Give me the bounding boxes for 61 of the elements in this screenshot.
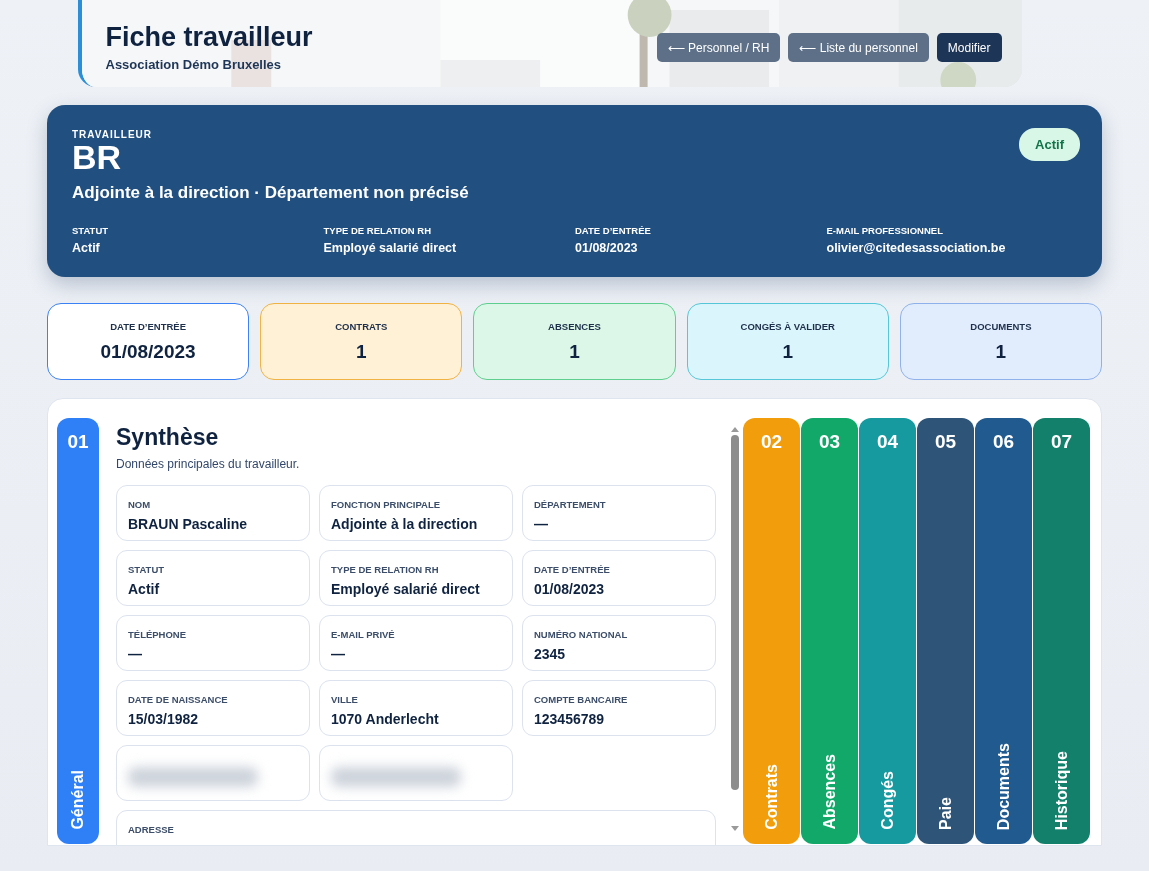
field-label: STATUT bbox=[128, 564, 166, 575]
field-label: NUMÉRO NATIONAL bbox=[534, 629, 629, 640]
organization-name: Association Démo Bruxelles bbox=[105, 56, 283, 72]
field-value: Actif bbox=[128, 581, 161, 597]
section-tab[interactable]: 05 Paie bbox=[917, 418, 974, 844]
edit-button[interactable]: Modifier bbox=[936, 33, 1002, 62]
stat-value: 01/08/2023 bbox=[100, 340, 196, 363]
fact-value: olivier@citedesassociation.be bbox=[826, 241, 1007, 255]
stat-value: 1 bbox=[569, 340, 580, 363]
status-badge: Actif bbox=[1019, 128, 1080, 161]
section-title: Synthèse bbox=[116, 424, 220, 451]
back-button[interactable]: ⟵ Liste du personnel bbox=[788, 33, 929, 62]
worker-name: BR bbox=[72, 138, 122, 177]
field-value: 01/08/2023 bbox=[534, 581, 606, 597]
stat-label: DATE D’ENTRÉE bbox=[110, 320, 186, 332]
field-label: ADRESSE bbox=[128, 824, 175, 835]
fact-label: DATE D’ENTRÉE bbox=[575, 225, 652, 236]
field-value: BRAUN Pascaline bbox=[128, 516, 249, 532]
section-tab[interactable]: 07 Historique bbox=[1033, 418, 1090, 844]
field-label: TYPE DE RELATION RH bbox=[331, 564, 440, 575]
section-tab[interactable]: 03 Absences bbox=[801, 418, 858, 844]
section-description: Données principales du travailleur. bbox=[116, 457, 301, 471]
fact-label: E-MAIL PROFESSIONNEL bbox=[826, 225, 944, 236]
field-label: FONCTION PRINCIPALE bbox=[331, 499, 442, 510]
scrollbar[interactable] bbox=[730, 426, 740, 832]
section-tab[interactable]: 06 Documents bbox=[975, 418, 1032, 844]
field-value: — bbox=[331, 646, 346, 662]
fact-value: Employé salarié direct bbox=[323, 241, 458, 255]
stat-label: DOCUMENTS bbox=[970, 320, 1032, 332]
stat-value: 1 bbox=[782, 340, 793, 363]
stat-label: CONGÉS À VALIDER bbox=[740, 320, 835, 332]
field-label: DÉPARTEMENT bbox=[534, 499, 607, 510]
field-label: NOM bbox=[128, 499, 152, 510]
fact-label: TYPE DE RELATION RH bbox=[323, 225, 432, 236]
field-label: VILLE bbox=[331, 694, 359, 705]
back-button[interactable]: ⟵ Personnel / RH bbox=[656, 33, 781, 62]
field-value: 2345 bbox=[534, 646, 567, 662]
field-value: 1070 Anderlecht bbox=[331, 711, 440, 727]
field-label: E-MAIL PRIVÉ bbox=[331, 629, 396, 640]
section-tab[interactable]: 01 Général bbox=[57, 418, 99, 844]
stat-value: 1 bbox=[356, 340, 367, 363]
fact-value: Actif bbox=[72, 241, 101, 255]
field-value: Adjointe à la direction bbox=[331, 516, 479, 532]
section-tab[interactable]: 04 Congés bbox=[859, 418, 916, 844]
stat-label: ABSENCES bbox=[548, 320, 601, 332]
fact-value: 01/08/2023 bbox=[575, 241, 639, 255]
field-value: — bbox=[128, 646, 143, 662]
field-value: 15/03/1982 bbox=[128, 711, 200, 727]
field-label: COMPTE BANCAIRE bbox=[534, 694, 629, 705]
field-value: — bbox=[534, 516, 549, 532]
page-title: Fiche travailleur bbox=[105, 21, 313, 53]
field-value: Employé salarié direct bbox=[331, 581, 481, 597]
worker-role: Adjointe à la direction · Département non précisé bbox=[72, 183, 470, 203]
field-label: DATE DE NAISSANCE bbox=[128, 694, 229, 705]
eyebrow-label: TRAVAILLEUR bbox=[72, 129, 154, 137]
fact-label: STATUT bbox=[72, 225, 110, 236]
field-label: DATE D’ENTRÉE bbox=[534, 564, 611, 575]
stat-value: 1 bbox=[995, 340, 1007, 363]
field-label: TÉLÉPHONE bbox=[128, 629, 188, 640]
field-value: 123456789 bbox=[534, 711, 606, 727]
stat-label: CONTRATS bbox=[335, 320, 388, 332]
